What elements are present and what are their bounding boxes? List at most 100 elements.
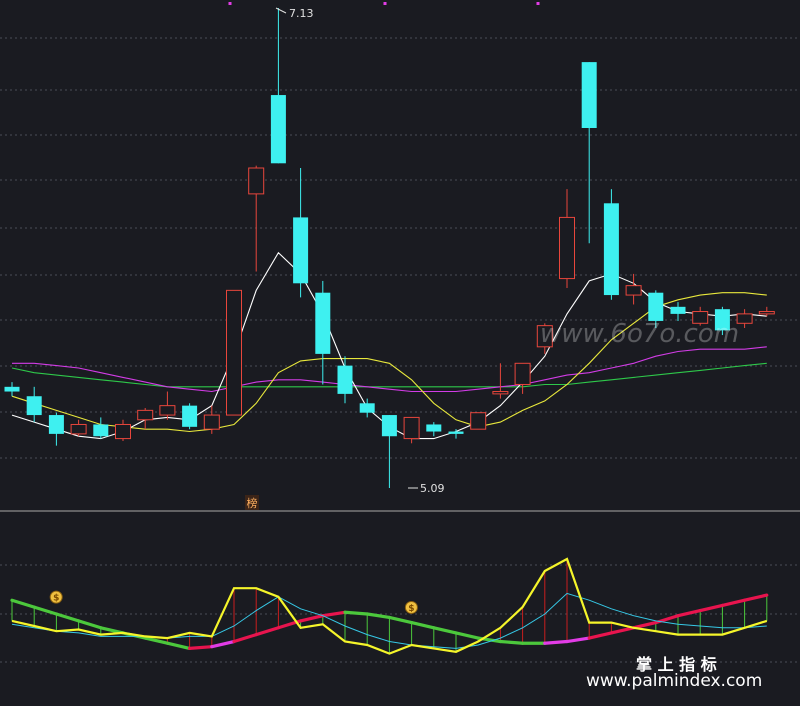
watermark-bottom-url: www.palmindex.com [586, 671, 762, 691]
candle [137, 408, 154, 430]
candle [159, 391, 176, 420]
top-marker-dot [228, 2, 232, 5]
slow-line-segment [565, 636, 591, 644]
indicator-panel: $$ [10, 557, 769, 655]
high-pointer-line [275, 7, 287, 14]
candle-body-down [648, 292, 664, 321]
candle-body-down [381, 415, 397, 437]
candle [182, 403, 198, 430]
candle [492, 363, 509, 399]
slow-line-segment [676, 608, 702, 618]
candle-body-up [203, 414, 220, 430]
slow-line-segment [742, 593, 769, 602]
high-price-label: 7.13 [289, 7, 314, 20]
candle-body-down [315, 292, 331, 354]
candle-body-down [337, 365, 353, 394]
candle-body-up [137, 409, 154, 421]
candle [581, 62, 597, 244]
slow-line-segment [454, 631, 480, 640]
candle-body-down [426, 424, 442, 432]
candle-body-down [4, 386, 20, 392]
candle-body-up [736, 313, 753, 324]
candle [26, 386, 42, 423]
candle [758, 306, 775, 317]
candle [470, 412, 487, 430]
candle [48, 412, 64, 446]
slow-line-segment [254, 626, 280, 637]
slow-line-segment [54, 612, 81, 623]
stock-chart: 7.13 5.09 榜 $ $ www.6o7o.com 掌 上 指 标 www.… [0, 0, 800, 706]
chart-canvas: 7.13 5.09 榜 $$ www.6o7o.com 掌 上 指 标 www.… [0, 2, 800, 691]
candle [736, 309, 753, 328]
slow-line-segment [387, 615, 414, 625]
candle-body-up [70, 423, 87, 435]
ma60-line [11, 362, 767, 388]
candle [625, 273, 642, 305]
candle-body-down [670, 306, 686, 314]
candle [381, 415, 397, 488]
slow-line-segment [343, 610, 369, 616]
candle-body-down [182, 405, 198, 427]
candle-body-up [625, 285, 642, 296]
candle-body-up [758, 311, 775, 315]
ma20-line [12, 346, 767, 393]
candle-body-down [603, 203, 619, 296]
candle [226, 289, 242, 416]
slow-line-segment [609, 626, 636, 635]
candle-body-down [93, 424, 109, 437]
slow-line-segment [720, 598, 747, 608]
candle [315, 280, 331, 385]
slow-line-segment [10, 598, 36, 609]
candle [70, 419, 87, 437]
slow-line-segment [232, 633, 258, 644]
slow-line-segment [299, 614, 325, 623]
slow-line-segment [76, 619, 103, 630]
candle [426, 422, 442, 437]
candle [248, 165, 265, 272]
slow-line-segment [165, 641, 192, 651]
candle [203, 405, 220, 434]
low-price-label: 5.09 [420, 482, 445, 495]
candle-body-down [448, 431, 464, 434]
candle [93, 417, 109, 439]
candle-body-up [492, 391, 509, 395]
money-bag-glyph: $ [53, 594, 59, 604]
candle-body-up [248, 167, 265, 195]
candle-body-up [559, 216, 575, 280]
slow-line-segment [32, 605, 59, 616]
candle-body-down [48, 415, 64, 434]
candle-body-up [514, 362, 531, 385]
candle [403, 416, 420, 444]
top-marker-dot [383, 2, 387, 5]
marker-glyph: 榜 [247, 496, 258, 510]
candle [115, 419, 131, 441]
slow-line-segment [410, 620, 436, 630]
candle [448, 429, 464, 439]
candle [559, 189, 575, 288]
slow-line-segment [587, 631, 614, 640]
candle-body-up [115, 423, 131, 440]
slow-line-segment [321, 610, 347, 618]
top-marker-dot [536, 2, 540, 5]
slow-line-segment [698, 603, 725, 613]
candle [337, 356, 353, 404]
candle-body-up [470, 412, 487, 430]
slow-line-segment [498, 639, 525, 645]
candle-body-up [226, 289, 242, 416]
slow-line-segment [543, 639, 569, 645]
candle-body-up [159, 405, 176, 416]
candle-body-down [26, 396, 42, 416]
slow-line-segment [631, 620, 658, 630]
candle [4, 382, 20, 397]
candlesticks [4, 8, 775, 488]
money-bag-glyph: $ [408, 604, 414, 614]
slow-line-segment [432, 626, 458, 635]
candle-body-up [403, 416, 420, 440]
candle [359, 398, 375, 418]
watermark-top: www.6o7o.com [540, 319, 739, 349]
candle-body-down [270, 95, 286, 164]
slow-line-segment [365, 612, 391, 620]
slow-line-segment [188, 645, 214, 651]
candle-body-down [293, 217, 309, 284]
candle [270, 8, 286, 164]
